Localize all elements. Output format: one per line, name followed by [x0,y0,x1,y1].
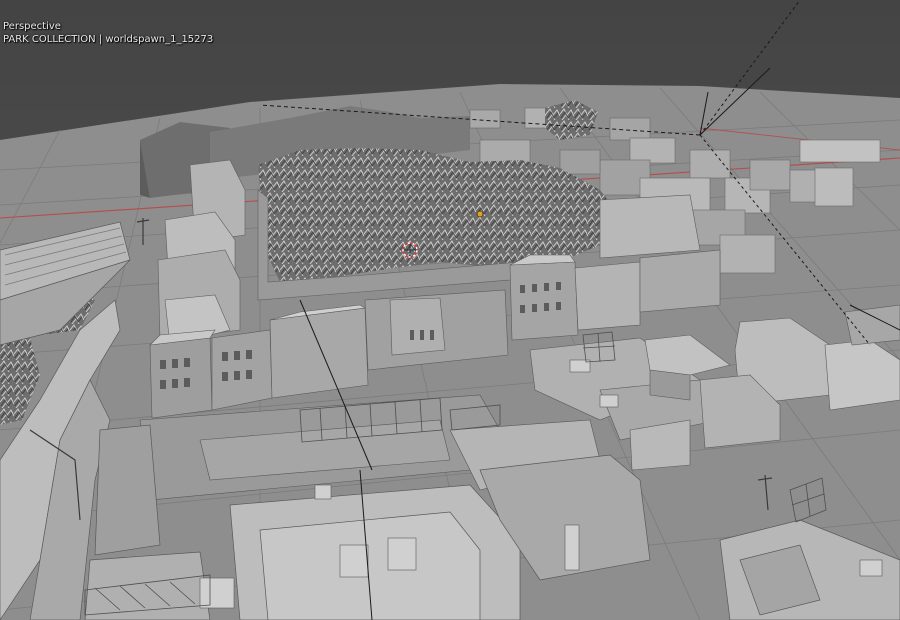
3d-viewport[interactable]: Perspective PARK COLLECTION | worldspawn… [0,0,900,620]
3d-cursor[interactable] [402,242,418,258]
viewport-scene[interactable] [0,0,900,620]
object-origin[interactable] [476,210,484,218]
